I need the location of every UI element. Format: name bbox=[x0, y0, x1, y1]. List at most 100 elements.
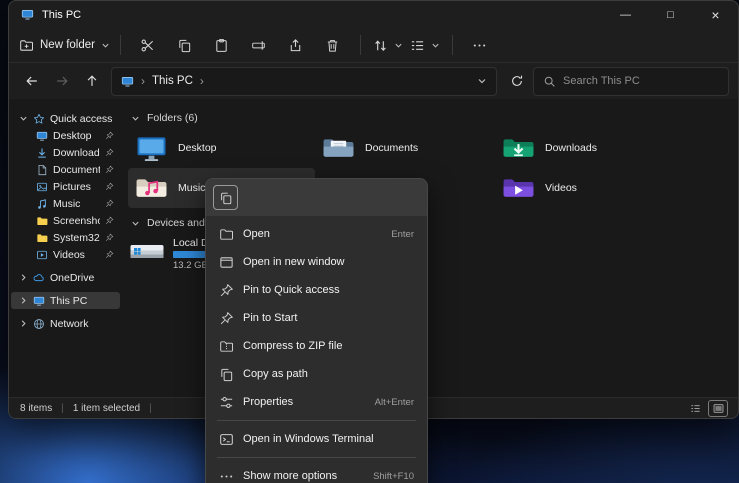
menu-item-label: Pin to Start bbox=[243, 312, 297, 324]
breadcrumb[interactable]: This PC bbox=[152, 75, 193, 87]
context-menu-item-show-more-options[interactable]: Show more options Shift+F10 bbox=[210, 462, 423, 483]
breadcrumb-separator: › bbox=[141, 74, 145, 88]
window-title: This PC bbox=[42, 9, 81, 21]
context-menu-item-copy-as-path[interactable]: Copy as path bbox=[210, 360, 423, 388]
pin-icon bbox=[105, 131, 114, 140]
share-icon bbox=[288, 38, 303, 53]
folder-tile-documents[interactable]: Documents bbox=[315, 128, 495, 168]
toolbar-separator bbox=[360, 35, 361, 55]
chevron-right-icon bbox=[19, 319, 28, 328]
context-menu-item-open-terminal[interactable]: Open in Windows Terminal bbox=[210, 425, 423, 453]
sidebar-item-system32[interactable]: System32 bbox=[11, 229, 120, 246]
sidebar-item-documents[interactable]: Documents bbox=[11, 161, 120, 178]
sidebar-item-desktop[interactable]: Desktop bbox=[11, 127, 120, 144]
menu-item-label: Open in new window bbox=[243, 256, 345, 268]
status-separator: | bbox=[61, 403, 64, 414]
chevron-down-icon[interactable] bbox=[477, 76, 487, 86]
items-count: 8 items bbox=[20, 403, 52, 414]
folder-name: Music bbox=[178, 182, 205, 194]
sidebar-item-label: This PC bbox=[50, 295, 87, 307]
address-bar[interactable]: › This PC › bbox=[111, 67, 497, 96]
sidebar-item-screenshots[interactable]: Screenshots bbox=[11, 212, 120, 229]
sidebar-item-pictures[interactable]: Pictures bbox=[11, 178, 120, 195]
context-menu-item-properties[interactable]: Properties Alt+Enter bbox=[210, 388, 423, 416]
sort-button[interactable] bbox=[371, 31, 405, 60]
delete-button[interactable] bbox=[316, 31, 350, 60]
sidebar-item-label: Documents bbox=[53, 164, 100, 176]
maximize-button[interactable]: □ bbox=[648, 1, 693, 28]
view-icon bbox=[410, 38, 425, 53]
image-icon bbox=[36, 181, 48, 193]
menu-item-label: Show more options bbox=[243, 470, 337, 482]
new-folder-button[interactable]: New folder bbox=[19, 31, 110, 60]
globe-icon bbox=[33, 318, 45, 330]
navigation-pane: Quick access Desktop Downloads Documents bbox=[9, 99, 122, 397]
details-view-button[interactable] bbox=[686, 401, 704, 416]
context-menu-item-pin-quick-access[interactable]: Pin to Quick access bbox=[210, 276, 423, 304]
document-icon bbox=[36, 164, 48, 176]
context-menu-items: Open Enter Open in new window Pin to Qui… bbox=[206, 216, 427, 483]
close-button[interactable]: × bbox=[693, 1, 738, 28]
sidebar-item-label: System32 bbox=[53, 232, 100, 244]
folder-tile-videos[interactable]: Videos bbox=[495, 168, 687, 208]
sidebar-item-videos[interactable]: Videos bbox=[11, 246, 120, 263]
view-button[interactable] bbox=[408, 31, 442, 60]
minimize-button[interactable]: — bbox=[603, 1, 648, 28]
sidebar-item-label: Quick access bbox=[50, 113, 112, 125]
back-button[interactable] bbox=[18, 68, 45, 95]
copy-button[interactable] bbox=[168, 31, 202, 60]
folder-tile-downloads[interactable]: Downloads bbox=[495, 128, 687, 168]
folder-icon bbox=[36, 232, 48, 244]
context-menu-item-compress-zip[interactable]: Compress to ZIP file bbox=[210, 332, 423, 360]
search-box[interactable] bbox=[533, 67, 729, 96]
chevron-down-icon bbox=[131, 114, 140, 123]
documents-folder-icon bbox=[322, 135, 355, 162]
rename-button[interactable] bbox=[242, 31, 276, 60]
sidebar-item-label: Desktop bbox=[53, 130, 92, 142]
pin-icon bbox=[105, 233, 114, 242]
breadcrumb-separator: › bbox=[200, 74, 204, 88]
folder-icon bbox=[36, 215, 48, 227]
sidebar-item-onedrive[interactable]: OneDrive bbox=[11, 269, 120, 286]
sidebar-item-label: Music bbox=[53, 198, 80, 210]
folder-tile-desktop[interactable]: Desktop bbox=[128, 128, 315, 168]
sidebar-item-quick-access[interactable]: Quick access bbox=[11, 110, 120, 127]
sidebar-item-network[interactable]: Network bbox=[11, 315, 120, 332]
title-bar[interactable]: This PC — □ × bbox=[9, 1, 738, 28]
more-options-icon bbox=[219, 469, 234, 483]
context-menu-item-pin-start[interactable]: Pin to Start bbox=[210, 304, 423, 332]
sidebar-item-downloads[interactable]: Downloads bbox=[11, 144, 120, 161]
sidebar-item-this-pc[interactable]: This PC bbox=[11, 292, 120, 309]
menu-item-label: Properties bbox=[243, 396, 293, 408]
chevron-down-icon bbox=[101, 41, 110, 50]
context-menu-item-open-new-window[interactable]: Open in new window bbox=[210, 248, 423, 276]
copy-button[interactable] bbox=[213, 185, 238, 210]
copy-icon bbox=[177, 38, 192, 53]
ellipsis-icon bbox=[472, 38, 487, 53]
search-input[interactable] bbox=[563, 75, 719, 87]
pin-icon bbox=[219, 311, 234, 326]
large-icons-view-button[interactable] bbox=[709, 401, 727, 416]
forward-button[interactable] bbox=[48, 68, 75, 95]
refresh-button[interactable] bbox=[503, 68, 530, 95]
folder-name: Desktop bbox=[178, 142, 217, 154]
folders-section-header[interactable]: Folders (6) bbox=[128, 110, 738, 126]
paste-icon bbox=[214, 38, 229, 53]
share-button[interactable] bbox=[279, 31, 313, 60]
zip-icon bbox=[219, 339, 234, 354]
sidebar-item-music[interactable]: Music bbox=[11, 195, 120, 212]
up-button[interactable] bbox=[78, 68, 105, 95]
cloud-icon bbox=[33, 272, 45, 284]
monitor-icon bbox=[33, 295, 45, 307]
cut-button[interactable] bbox=[131, 31, 165, 60]
this-pc-icon bbox=[21, 8, 34, 21]
paste-button[interactable] bbox=[205, 31, 239, 60]
music-note-icon bbox=[36, 198, 48, 210]
pin-icon bbox=[105, 250, 114, 259]
more-options-button[interactable] bbox=[463, 31, 497, 60]
command-bar: New folder bbox=[9, 28, 738, 63]
forward-arrow-icon bbox=[55, 74, 69, 88]
context-menu-item-open[interactable]: Open Enter bbox=[210, 220, 423, 248]
menu-separator bbox=[217, 420, 416, 421]
menu-item-label: Pin to Quick access bbox=[243, 284, 340, 296]
